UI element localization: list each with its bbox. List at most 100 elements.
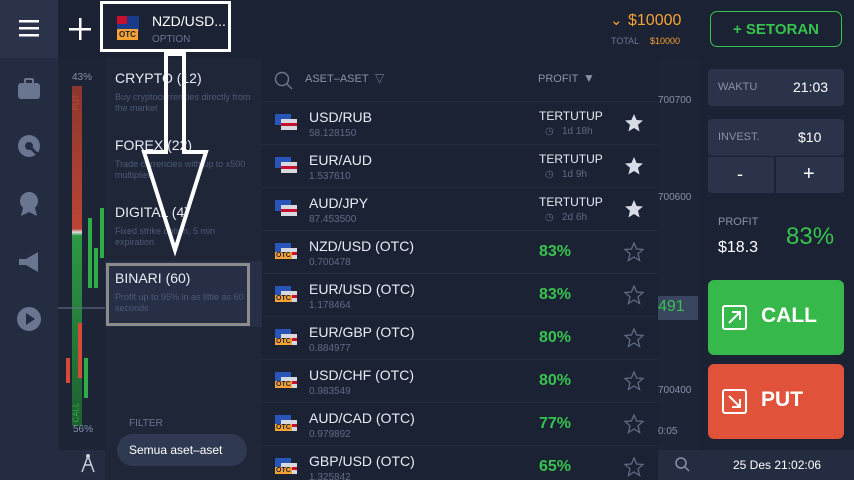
asset-row[interactable]: AUD/JPY 87.453500 TERTUTUP ◷ 2d 6h xyxy=(262,188,658,231)
asset-status: TERTUTUP xyxy=(539,152,603,166)
candles xyxy=(66,208,104,398)
star-filled-icon[interactable] xyxy=(624,156,644,176)
star-outline-icon[interactable] xyxy=(623,370,645,391)
compass-icon xyxy=(81,454,95,473)
chart-pct-top: 43% xyxy=(72,72,93,83)
asset-price: 0.979892 xyxy=(309,429,351,440)
clock-icon: ◷ xyxy=(545,212,554,223)
assets-sort-header[interactable]: ASET–ASET xyxy=(305,73,369,85)
category-binari[interactable]: BINARI (60) Profit up to 95% in as littl… xyxy=(115,270,255,314)
currency-flag-icon xyxy=(275,114,297,131)
profit-amount: $18.3 xyxy=(718,239,759,256)
app-root: { "asset_selector": { "name": "NZD/USD..… xyxy=(0,0,854,480)
arrow-up-right-icon xyxy=(722,305,747,330)
zoom-bar[interactable] xyxy=(658,450,700,480)
asset-profit: 65% xyxy=(539,458,572,475)
star-outline-icon[interactable] xyxy=(623,241,645,262)
total-value: $10000 xyxy=(650,36,681,46)
currency-flag-icon: OTC xyxy=(275,286,297,303)
currency-flag-icon xyxy=(275,157,297,174)
menu-button[interactable] xyxy=(0,0,58,58)
filter-select[interactable]: Semua aset–aset xyxy=(117,434,247,466)
asset-name: USD/RUB xyxy=(309,109,373,125)
search-icon[interactable] xyxy=(274,71,294,91)
drawing-tools-button[interactable] xyxy=(58,450,105,480)
asset-name: AUD/CAD (OTC) xyxy=(309,410,415,426)
call-side-label: CALL xyxy=(71,402,81,423)
asset-closed-time: 2d 6h xyxy=(562,212,588,223)
currency-flag-icon: OTC xyxy=(275,329,297,346)
asset-selector[interactable]: OTC NZD/USD... OPTION xyxy=(100,1,231,52)
invest-field[interactable]: INVEST. $10 xyxy=(708,119,844,156)
asset-price: 0.700478 xyxy=(309,257,351,268)
datetime-bar: 25 Des 21:02:06 xyxy=(700,450,854,480)
star-outline-icon[interactable] xyxy=(623,413,645,434)
call-button[interactable]: CALL xyxy=(708,280,844,355)
balance-amount: $10000 xyxy=(628,12,682,29)
support-icon[interactable] xyxy=(16,133,42,159)
add-asset-icon[interactable] xyxy=(68,17,92,41)
asset-row[interactable]: OTC GBP/USD (OTC) 1.325842 65% xyxy=(262,446,658,480)
filter-label: FILTER xyxy=(129,418,163,429)
price-tick: 700600 xyxy=(658,192,692,203)
top-bar: OTC NZD/USD... OPTION ⌄ $10000 TOTAL $10… xyxy=(58,0,854,58)
asset-price: 87.453500 xyxy=(309,214,357,225)
asset-name: EUR/GBP (OTC) xyxy=(309,324,415,340)
asset-row[interactable]: OTC USD/CHF (OTC) 0.983549 80% xyxy=(262,360,658,403)
arrow-down-right-icon xyxy=(722,389,747,414)
asset-name: NZD/USD... xyxy=(152,13,226,29)
currency-flag-icon: OTC xyxy=(275,372,297,389)
asset-row[interactable]: USD/RUB 58.128150 TERTUTUP ◷ 1d 18h xyxy=(262,102,658,145)
asset-name: USD/CHF (OTC) xyxy=(309,367,414,383)
play-icon[interactable] xyxy=(16,306,42,332)
star-outline-icon[interactable] xyxy=(623,284,645,305)
profit-percent: 83% xyxy=(786,223,835,250)
asset-price: 1.178464 xyxy=(309,300,351,311)
chevron-down-icon: ⌄ xyxy=(610,12,623,29)
clock-icon: ◷ xyxy=(545,126,554,137)
balance-widget[interactable]: ⌄ $10000 TOTAL $10000 xyxy=(608,10,688,50)
left-sidebar xyxy=(0,0,105,480)
asset-name: EUR/USD (OTC) xyxy=(309,281,415,297)
hamburger-icon xyxy=(19,20,39,37)
briefcase-icon[interactable] xyxy=(16,76,42,102)
asset-profit: 77% xyxy=(539,415,572,432)
asset-price: 1.537610 xyxy=(309,171,351,182)
currency-flag-icon xyxy=(275,200,297,217)
asset-name: EUR/AUD xyxy=(309,152,373,168)
profit-sort-header[interactable]: PROFIT xyxy=(538,73,578,85)
chevron-down-icon: ▽ xyxy=(375,71,385,85)
clock-icon: ◷ xyxy=(545,169,554,180)
asset-price: 1.325842 xyxy=(309,472,351,480)
trade-panel: WAKTU 21:03 INVEST. $10 - + PROFIT $18.3… xyxy=(700,58,854,480)
asset-row[interactable]: OTC EUR/GBP (OTC) 0.884977 80% xyxy=(262,317,658,360)
current-price-badge: 491 xyxy=(658,296,698,320)
asset-profit: 80% xyxy=(539,372,572,389)
asset-profit: 83% xyxy=(539,243,572,260)
asset-row[interactable]: OTC NZD/USD (OTC) 0.700478 83% xyxy=(262,231,658,274)
price-tick: 700400 xyxy=(658,385,692,396)
otc-badge: OTC xyxy=(117,29,138,40)
achievement-badge-icon[interactable] xyxy=(16,191,42,217)
asset-closed-time: 1d 18h xyxy=(562,126,593,137)
time-field[interactable]: WAKTU 21:03 xyxy=(708,69,844,106)
currency-flag-icon: OTC xyxy=(275,458,297,475)
increase-invest-button[interactable]: + xyxy=(776,156,844,193)
star-outline-icon[interactable] xyxy=(623,456,645,477)
put-button[interactable]: PUT xyxy=(708,364,844,439)
star-filled-icon[interactable] xyxy=(624,199,644,219)
search-icon[interactable] xyxy=(658,450,700,480)
star-outline-icon[interactable] xyxy=(623,327,645,348)
asset-row[interactable]: OTC AUD/CAD (OTC) 0.979892 77% xyxy=(262,403,658,446)
asset-profit: 80% xyxy=(539,329,572,346)
asset-row[interactable]: OTC EUR/USD (OTC) 1.178464 83% xyxy=(262,274,658,317)
asset-profit: 83% xyxy=(539,286,572,303)
asset-closed-time: 1d 9h xyxy=(562,169,588,180)
decrease-invest-button[interactable]: - xyxy=(708,156,774,193)
annotation-arrow xyxy=(141,52,209,257)
chart-pct-bottom: 56% xyxy=(73,424,94,435)
deposit-button[interactable]: + SETORAN xyxy=(710,11,842,47)
star-filled-icon[interactable] xyxy=(624,113,644,133)
megaphone-icon[interactable] xyxy=(16,249,42,275)
asset-row[interactable]: EUR/AUD 1.537610 TERTUTUP ◷ 1d 9h xyxy=(262,145,658,188)
